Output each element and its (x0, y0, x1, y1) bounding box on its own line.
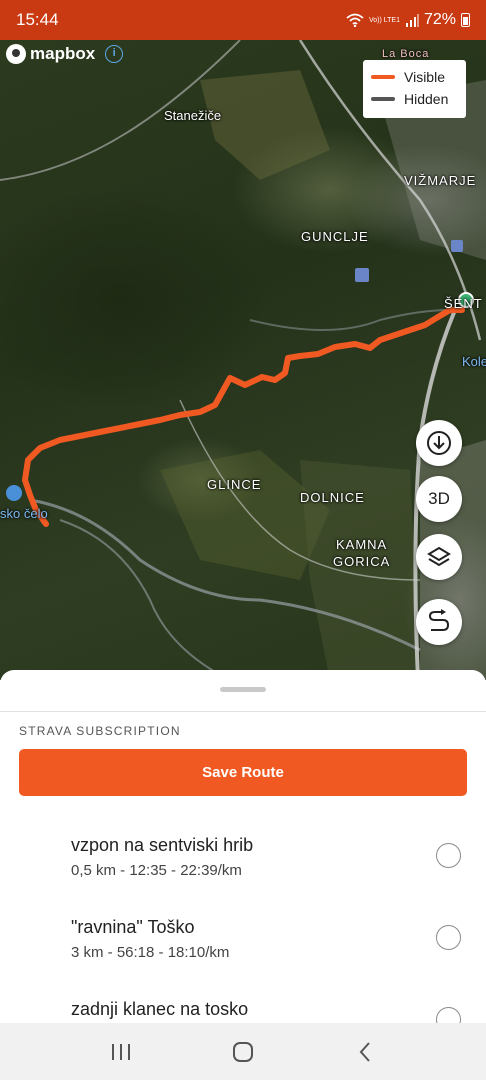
segment-radio[interactable] (436, 843, 461, 868)
segment-name: "ravnina" Toško (71, 917, 195, 937)
signal-icon (405, 14, 419, 27)
segment-meta: 0,5 km - 12:35 - 22:39/km (71, 862, 242, 879)
save-route-button[interactable]: Save Route (19, 749, 467, 796)
segment-name: vzpon na sentviski hrib (71, 835, 254, 855)
wifi-icon (346, 13, 364, 27)
battery-icon (461, 13, 470, 27)
mapbox-logo-icon (6, 44, 26, 64)
segment-row[interactable]: "ravnina" Toško 3 km - 56:18 - 18:10/km (0, 905, 486, 987)
status-indicators: Vo)) LTE1 72% (346, 11, 470, 29)
place-vizmarje: VIŽMARJE (404, 173, 477, 188)
legend-hidden: Hidden (371, 88, 458, 110)
layers-button[interactable] (416, 534, 462, 580)
place-gorica: GORICA (333, 554, 391, 569)
recent-apps-button[interactable] (101, 1032, 141, 1072)
download-icon (427, 431, 451, 455)
back-icon (359, 1041, 370, 1062)
section-label: STRAVA SUBSCRIPTION (19, 724, 181, 738)
home-button[interactable] (223, 1032, 263, 1072)
route-icon (428, 609, 450, 631)
place-kamna: KAMNA (336, 537, 388, 552)
bottom-sheet: STRAVA SUBSCRIPTION Save Route vzpon na … (0, 670, 486, 1023)
network-label: Vo)) LTE1 (368, 16, 400, 24)
place-sent: ŠENT (444, 296, 483, 311)
legend-visible-label: Visible (404, 69, 445, 85)
route-button[interactable] (416, 599, 462, 645)
legend-visible: Visible (371, 66, 458, 88)
segment-row[interactable]: vzpon na sentviski hrib 0,5 km - 12:35 -… (0, 823, 486, 905)
status-time: 15:44 (16, 10, 59, 29)
3d-button[interactable]: 3D (416, 476, 462, 522)
back-button[interactable] (345, 1032, 385, 1072)
place-kole: Kole (462, 354, 486, 369)
segment-list: vzpon na sentviski hrib 0,5 km - 12:35 -… (0, 823, 486, 1023)
download-button[interactable] (416, 420, 462, 466)
map-view[interactable]: mapbox i Visible Hidden La Boca Stanežič… (0, 40, 486, 680)
place-la-boca: La Boca (382, 48, 430, 60)
map-imagery (0, 40, 486, 680)
segment-row[interactable]: zadnji klanec na tosko (0, 987, 486, 1023)
info-icon[interactable]: i (105, 45, 124, 63)
place-gunclje: GUNCLJE (301, 229, 369, 244)
place-stanezice: Stanežiče (164, 108, 222, 123)
place-sko-celo: sko čelo (0, 506, 48, 521)
segment-meta: 3 km - 56:18 - 18:10/km (71, 944, 230, 961)
sheet-divider (0, 711, 486, 712)
battery-percent: 72% (423, 11, 456, 28)
sheet-drag-handle[interactable] (220, 687, 266, 692)
hidden-swatch (371, 97, 395, 101)
home-icon (233, 1041, 253, 1062)
mapbox-label: mapbox (30, 44, 96, 63)
3d-label: 3D (428, 489, 450, 508)
segment-name: zadnji klanec na tosko (71, 999, 249, 1019)
mapbox-attribution: mapbox i (6, 44, 124, 64)
visible-swatch (371, 75, 395, 79)
system-nav-bar (0, 1023, 486, 1080)
legend-hidden-label: Hidden (404, 91, 449, 107)
place-dolnice: DOLNICE (300, 490, 365, 505)
place-glince: GLINCE (207, 477, 262, 492)
layers-icon (427, 546, 451, 567)
recent-apps-icon (112, 1043, 130, 1060)
status-bar: 15:44 Vo)) LTE1 72% (0, 0, 486, 40)
segment-radio[interactable] (436, 925, 461, 950)
route-legend: Visible Hidden (363, 60, 466, 118)
